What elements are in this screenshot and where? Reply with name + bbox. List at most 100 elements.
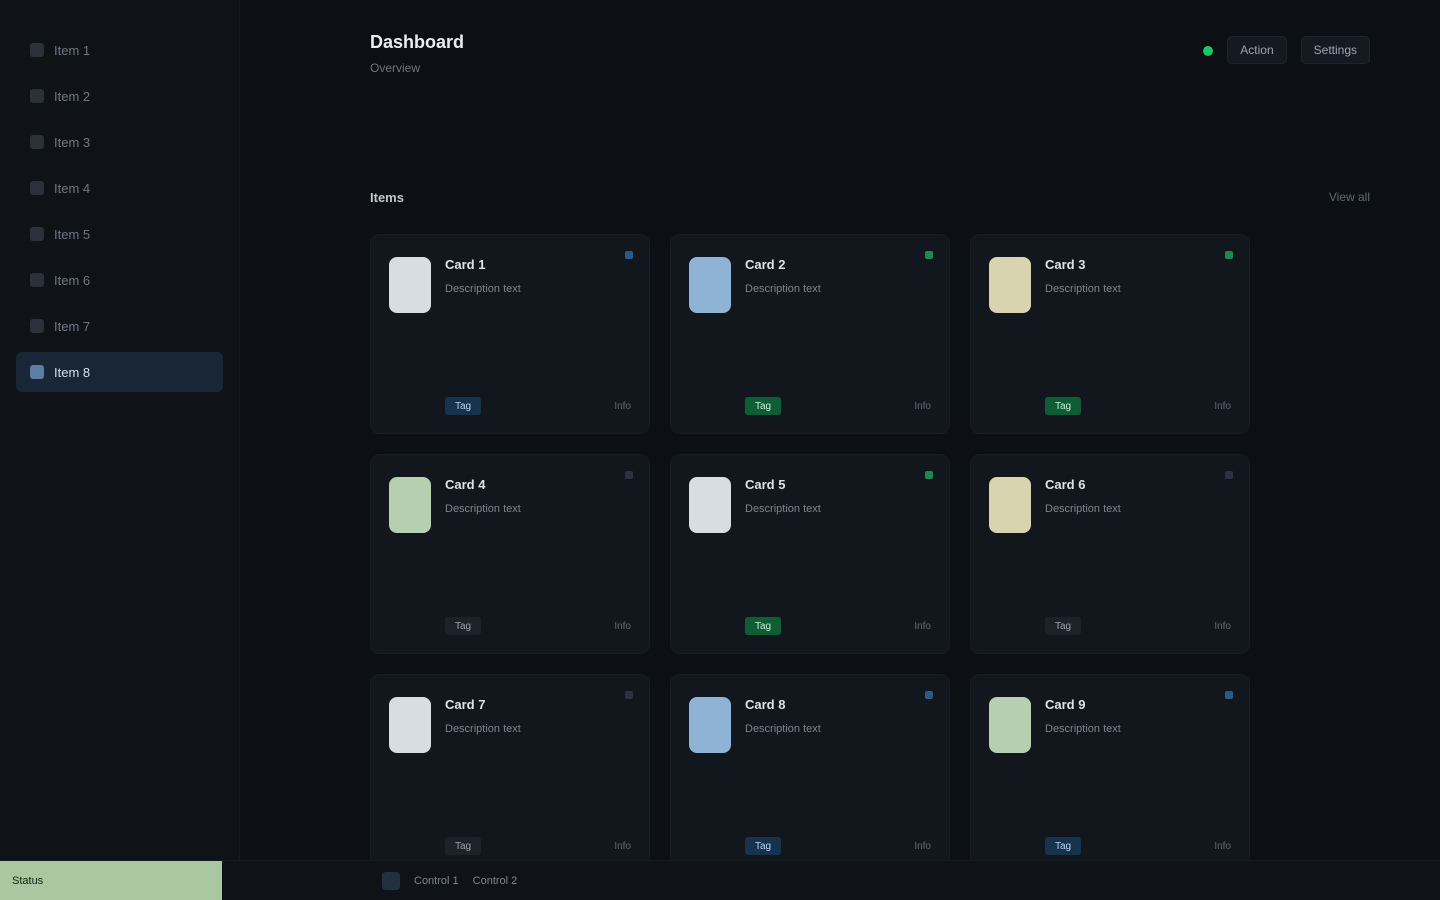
card-footer: Tag Info <box>1045 617 1231 635</box>
card-status-icon <box>925 691 933 699</box>
header-action-button[interactable]: Action <box>1227 36 1287 64</box>
bottom-control-icon[interactable] <box>382 871 400 890</box>
sidebar-item-7[interactable]: Item 7 <box>16 306 223 346</box>
sidebar-item-1[interactable]: Item 1 <box>16 30 223 70</box>
card-status-icon <box>625 691 633 699</box>
card-status-icon <box>625 251 633 259</box>
section-header: Items View all <box>370 178 1400 216</box>
card-thumbnail <box>689 477 731 533</box>
card-badge: Tag <box>445 837 482 855</box>
card-badge: Tag <box>1045 397 1082 415</box>
card-thumbnail <box>989 697 1031 753</box>
card-title: Card 2 <box>745 257 786 272</box>
card-description: Description text <box>1045 723 1121 735</box>
sidebar-item-label: Item 7 <box>54 318 91 334</box>
card-badge: Tag <box>445 617 482 635</box>
card-body: Card 6 Description text Tag Info <box>1045 473 1231 635</box>
sidebar-item-label: Item 2 <box>54 88 91 104</box>
status-indicator-icon <box>1203 46 1214 56</box>
card-description: Description text <box>1045 503 1121 515</box>
card-body: Card 2 Description text Tag Info <box>745 253 931 415</box>
card-title: Card 7 <box>445 697 486 712</box>
card-3[interactable]: Card 3 Description text Tag Info <box>970 234 1250 434</box>
card-status-icon <box>1225 471 1233 479</box>
sidebar-item-label: Item 3 <box>54 134 91 150</box>
sidebar-item-6-icon <box>30 273 44 287</box>
header-actions: Action Settings <box>1203 36 1370 64</box>
sidebar-item-label: Item 1 <box>54 42 91 58</box>
card-meta: Info <box>914 620 931 632</box>
card-badge: Tag <box>745 837 782 855</box>
card-meta: Info <box>1214 400 1231 412</box>
card-meta: Info <box>914 840 931 852</box>
card-body: Card 9 Description text Tag Info <box>1045 693 1231 855</box>
sidebar-item-2-icon <box>30 89 44 103</box>
card-title: Card 4 <box>445 477 486 492</box>
header-settings-button[interactable]: Settings <box>1300 36 1370 64</box>
card-meta: Info <box>614 620 631 632</box>
bottom-control-label-2[interactable]: Control 2 <box>473 875 518 887</box>
page-subtitle: Overview <box>370 61 421 75</box>
section-title: Items <box>370 189 404 205</box>
card-badge: Tag <box>1045 617 1082 635</box>
card-footer: Tag Info <box>445 617 631 635</box>
card-7[interactable]: Card 7 Description text Tag Info <box>370 674 650 874</box>
app-root: Item 1 Item 2 Item 3 Item 4 Item 5 Item … <box>0 0 1440 900</box>
card-description: Description text <box>745 723 821 735</box>
card-1[interactable]: Card 1 Description text Tag Info <box>370 234 650 434</box>
card-grid: Card 1 Description text Tag Info Card 2 … <box>370 234 1250 874</box>
card-4[interactable]: Card 4 Description text Tag Info <box>370 454 650 654</box>
card-body: Card 4 Description text Tag Info <box>445 473 631 635</box>
bottom-control-label-1[interactable]: Control 1 <box>414 875 459 887</box>
sidebar-item-6[interactable]: Item 6 <box>16 260 223 300</box>
card-body: Card 8 Description text Tag Info <box>745 693 931 855</box>
card-status-icon <box>625 471 633 479</box>
card-status-icon <box>1225 691 1233 699</box>
card-status-icon <box>925 251 933 259</box>
card-footer: Tag Info <box>445 397 631 415</box>
card-title: Card 8 <box>745 697 786 712</box>
card-6[interactable]: Card 6 Description text Tag Info <box>970 454 1250 654</box>
card-thumbnail <box>989 477 1031 533</box>
main-content: Dashboard Overview Action Settings Items… <box>240 0 1440 874</box>
bottom-controls: Control 1 Control 2 <box>382 871 518 890</box>
card-body: Card 5 Description text Tag Info <box>745 473 931 635</box>
sidebar-item-4-icon <box>30 181 44 195</box>
card-meta: Info <box>1214 620 1231 632</box>
card-8[interactable]: Card 8 Description text Tag Info <box>670 674 950 874</box>
card-thumbnail <box>389 697 431 753</box>
card-thumbnail <box>389 477 431 533</box>
card-footer: Tag Info <box>445 837 631 855</box>
card-footer: Tag Info <box>1045 397 1231 415</box>
sidebar-item-3[interactable]: Item 3 <box>16 122 223 162</box>
sidebar-item-8-icon <box>30 365 44 379</box>
card-thumbnail <box>689 697 731 753</box>
card-description: Description text <box>1045 283 1121 295</box>
card-badge: Tag <box>745 397 782 415</box>
page-title-block: Dashboard Overview <box>370 18 464 75</box>
sidebar-item-1-icon <box>30 43 44 57</box>
sidebar-item-label: Item 5 <box>54 226 91 242</box>
sidebar-item-label: Item 6 <box>54 272 91 288</box>
card-thumbnail <box>389 257 431 313</box>
card-5[interactable]: Card 5 Description text Tag Info <box>670 454 950 654</box>
section-view-all-link[interactable]: View all <box>1329 190 1370 204</box>
sidebar-item-2[interactable]: Item 2 <box>16 76 223 116</box>
sidebar-item-8-active[interactable]: Item 8 <box>16 352 223 392</box>
card-title: Card 5 <box>745 477 786 492</box>
card-9[interactable]: Card 9 Description text Tag Info <box>970 674 1250 874</box>
card-title: Card 3 <box>1045 257 1086 272</box>
sidebar-item-5[interactable]: Item 5 <box>16 214 223 254</box>
sidebar-item-7-icon <box>30 319 44 333</box>
page-header: Dashboard Overview Action Settings <box>370 18 1400 98</box>
card-meta: Info <box>914 400 931 412</box>
bottom-status-block: Status <box>0 860 222 900</box>
card-body: Card 7 Description text Tag Info <box>445 693 631 855</box>
card-footer: Tag Info <box>1045 837 1231 855</box>
card-description: Description text <box>445 503 521 515</box>
sidebar-item-label: Item 4 <box>54 180 91 196</box>
card-2[interactable]: Card 2 Description text Tag Info <box>670 234 950 434</box>
card-body: Card 1 Description text Tag Info <box>445 253 631 415</box>
sidebar-item-4[interactable]: Item 4 <box>16 168 223 208</box>
card-thumbnail <box>989 257 1031 313</box>
